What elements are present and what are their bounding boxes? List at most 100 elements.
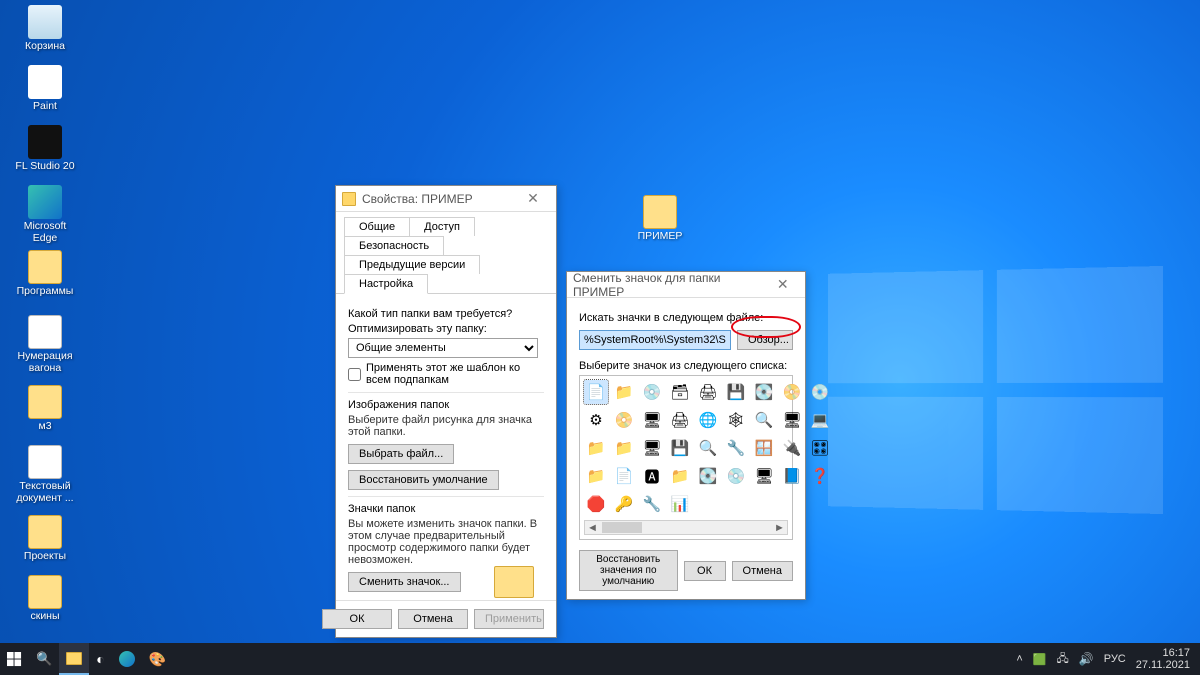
volume-icon[interactable]: 🔊 — [1079, 652, 1094, 666]
icon-option[interactable]: 🖨 — [668, 408, 692, 432]
close-icon[interactable]: ✕ — [766, 276, 799, 293]
change-icon-cancel-button[interactable]: Отмена — [732, 561, 793, 581]
browse-button[interactable]: Обзор... — [737, 330, 793, 350]
properties-cancel-button[interactable]: Отмена — [398, 609, 468, 629]
tray-app-icon[interactable]: 🟩 — [1033, 653, 1047, 666]
icon-option[interactable]: 💽 — [752, 380, 776, 404]
icon-option[interactable]: 🅰 — [640, 464, 664, 488]
desktop-icon-microsoft-edge[interactable]: Microsoft Edge — [10, 185, 80, 244]
icon-option[interactable]: 💾 — [724, 380, 748, 404]
desktop-icon-label: Paint — [10, 101, 80, 113]
icon-option[interactable]: 📀 — [612, 408, 636, 432]
icon-option[interactable]: 🗃 — [668, 380, 692, 404]
icon-option[interactable]: 🔌 — [780, 436, 804, 460]
icon-option[interactable]: 🕸 — [724, 408, 748, 432]
icon-option[interactable]: 📀 — [780, 380, 804, 404]
icon-file-path-input[interactable] — [579, 330, 731, 350]
icon-option[interactable]: 📊 — [668, 492, 692, 516]
icon-option[interactable]: 🖨 — [696, 380, 720, 404]
start-button[interactable] — [0, 643, 29, 675]
icon-option[interactable]: 🖥 — [640, 408, 664, 432]
icon-option[interactable]: 💿 — [640, 380, 664, 404]
edge-icon — [28, 185, 62, 219]
choose-file-button[interactable]: Выбрать файл... — [348, 444, 454, 464]
desktop-icon-label: м3 — [10, 421, 80, 433]
desktop-icon-м3[interactable]: м3 — [10, 385, 80, 433]
tab-customize[interactable]: Настройка — [344, 274, 428, 294]
system-tray[interactable]: ˄ 🟩 🖧 🔊 РУС 16:17 27.11.2021 — [1006, 647, 1200, 671]
clock[interactable]: 16:17 27.11.2021 — [1136, 647, 1190, 671]
icon-option[interactable]: 📄 — [612, 464, 636, 488]
icon-option[interactable]: 📁 — [612, 436, 636, 460]
properties-titlebar[interactable]: Свойства: ПРИМЕР ✕ — [336, 186, 556, 212]
apply-subfolders-checkbox[interactable]: Применять этот же шаблон ко всем подпапк… — [348, 362, 544, 386]
icon-option[interactable]: 🔑 — [612, 492, 636, 516]
desktop-icon-скины[interactable]: скины — [10, 575, 80, 623]
icon-grid-scrollbar[interactable]: ◄ ► — [584, 520, 788, 535]
optimize-select[interactable]: Общие элементы — [348, 338, 538, 358]
taskbar-steam[interactable]: ◐ — [89, 643, 111, 675]
icon-option[interactable]: 📁 — [584, 436, 608, 460]
icon-option[interactable]: 🖥 — [780, 408, 804, 432]
desktop-icon-нумерация-вагона[interactable]: Нумерация вагона — [10, 315, 80, 374]
desktop-icon-текстовый-документ-[interactable]: Текстовый документ ... — [10, 445, 80, 504]
desktop-icon-label: Корзина — [10, 41, 80, 53]
desktop-icon-label: Нумерация вагона — [10, 351, 80, 374]
icon-option[interactable]: 📁 — [668, 464, 692, 488]
icon-option[interactable]: 🎛 — [808, 436, 832, 460]
icon-option[interactable]: 🔧 — [640, 492, 664, 516]
icon-option[interactable]: 💽 — [696, 464, 720, 488]
folder-icon — [66, 652, 82, 665]
icon-option[interactable]: ⚙ — [584, 408, 608, 432]
icon-option[interactable]: 📁 — [584, 464, 608, 488]
change-icon-button[interactable]: Сменить значок... — [348, 572, 461, 592]
icon-option[interactable]: 🪟 — [752, 436, 776, 460]
scroll-right-icon[interactable]: ► — [772, 522, 787, 534]
icon-option[interactable]: 📁 — [612, 380, 636, 404]
icon-option[interactable]: 💾 — [668, 436, 692, 460]
icon-option[interactable]: 📄 — [584, 380, 608, 404]
desktop-icon-paint[interactable]: Paint — [10, 65, 80, 113]
tab-sharing[interactable]: Доступ — [409, 217, 475, 236]
icon-option[interactable]: 💿 — [724, 464, 748, 488]
icon-grid[interactable]: 📄📁💿🗃🖨💾💽📀💿⚙📀🖥🖨🌐🕸🔍🖥💻📁📁🖥💾🔍🔧🪟🔌🎛📁📄🅰📁💽💿🖥📘❓🛑🔑🔧📊 — [584, 380, 788, 516]
icon-option[interactable]: 🌐 — [696, 408, 720, 432]
network-icon[interactable]: 🖧 — [1057, 650, 1069, 669]
tab-general[interactable]: Общие — [344, 217, 410, 236]
scroll-left-icon[interactable]: ◄ — [585, 522, 600, 534]
icon-option[interactable]: 📘 — [780, 464, 804, 488]
apply-subfolders-input[interactable] — [348, 368, 361, 381]
folder-icon — [28, 575, 62, 609]
desktop-icon-корзина[interactable]: Корзина — [10, 5, 80, 53]
desktop-icon-пример[interactable]: ПРИМЕР — [625, 195, 695, 243]
language-indicator[interactable]: РУС — [1104, 653, 1126, 665]
icon-option[interactable]: 💿 — [808, 380, 832, 404]
desktop-icon-программы[interactable]: Программы — [10, 250, 80, 298]
tab-security[interactable]: Безопасность — [344, 236, 444, 255]
icon-option[interactable]: 🛑 — [584, 492, 608, 516]
desktop-icon-fl-studio-20[interactable]: FL Studio 20 — [10, 125, 80, 173]
scroll-thumb[interactable] — [602, 522, 642, 533]
restore-default-image-button[interactable]: Восстановить умолчание — [348, 470, 499, 490]
desktop-icon-проекты[interactable]: Проекты — [10, 515, 80, 563]
taskbar-paint[interactable]: 🎨 — [142, 643, 173, 675]
properties-ok-button[interactable]: ОК — [322, 609, 392, 629]
icon-option[interactable]: 💻 — [808, 408, 832, 432]
taskbar-explorer[interactable] — [59, 643, 89, 675]
icon-option[interactable]: 🖥 — [752, 464, 776, 488]
icon-option[interactable]: 🔧 — [724, 436, 748, 460]
steam-icon: ◐ — [96, 651, 104, 667]
icon-option[interactable]: 🔍 — [752, 408, 776, 432]
taskbar-search-button[interactable]: 🔍 — [29, 643, 59, 675]
change-icon-titlebar[interactable]: Сменить значок для папки ПРИМЕР ✕ — [567, 272, 805, 298]
properties-apply-button[interactable]: Применить — [474, 609, 544, 629]
tray-expand-icon[interactable]: ˄ — [1016, 653, 1022, 665]
restore-defaults-button[interactable]: Восстановить значения по умолчанию — [579, 550, 678, 591]
icon-option[interactable]: ❓ — [808, 464, 832, 488]
tab-previous-versions[interactable]: Предыдущие версии — [344, 255, 480, 274]
icon-option[interactable]: 🖥 — [640, 436, 664, 460]
change-icon-ok-button[interactable]: ОК — [684, 561, 726, 581]
taskbar-edge[interactable] — [112, 643, 142, 675]
close-icon[interactable]: ✕ — [516, 190, 550, 207]
icon-option[interactable]: 🔍 — [696, 436, 720, 460]
